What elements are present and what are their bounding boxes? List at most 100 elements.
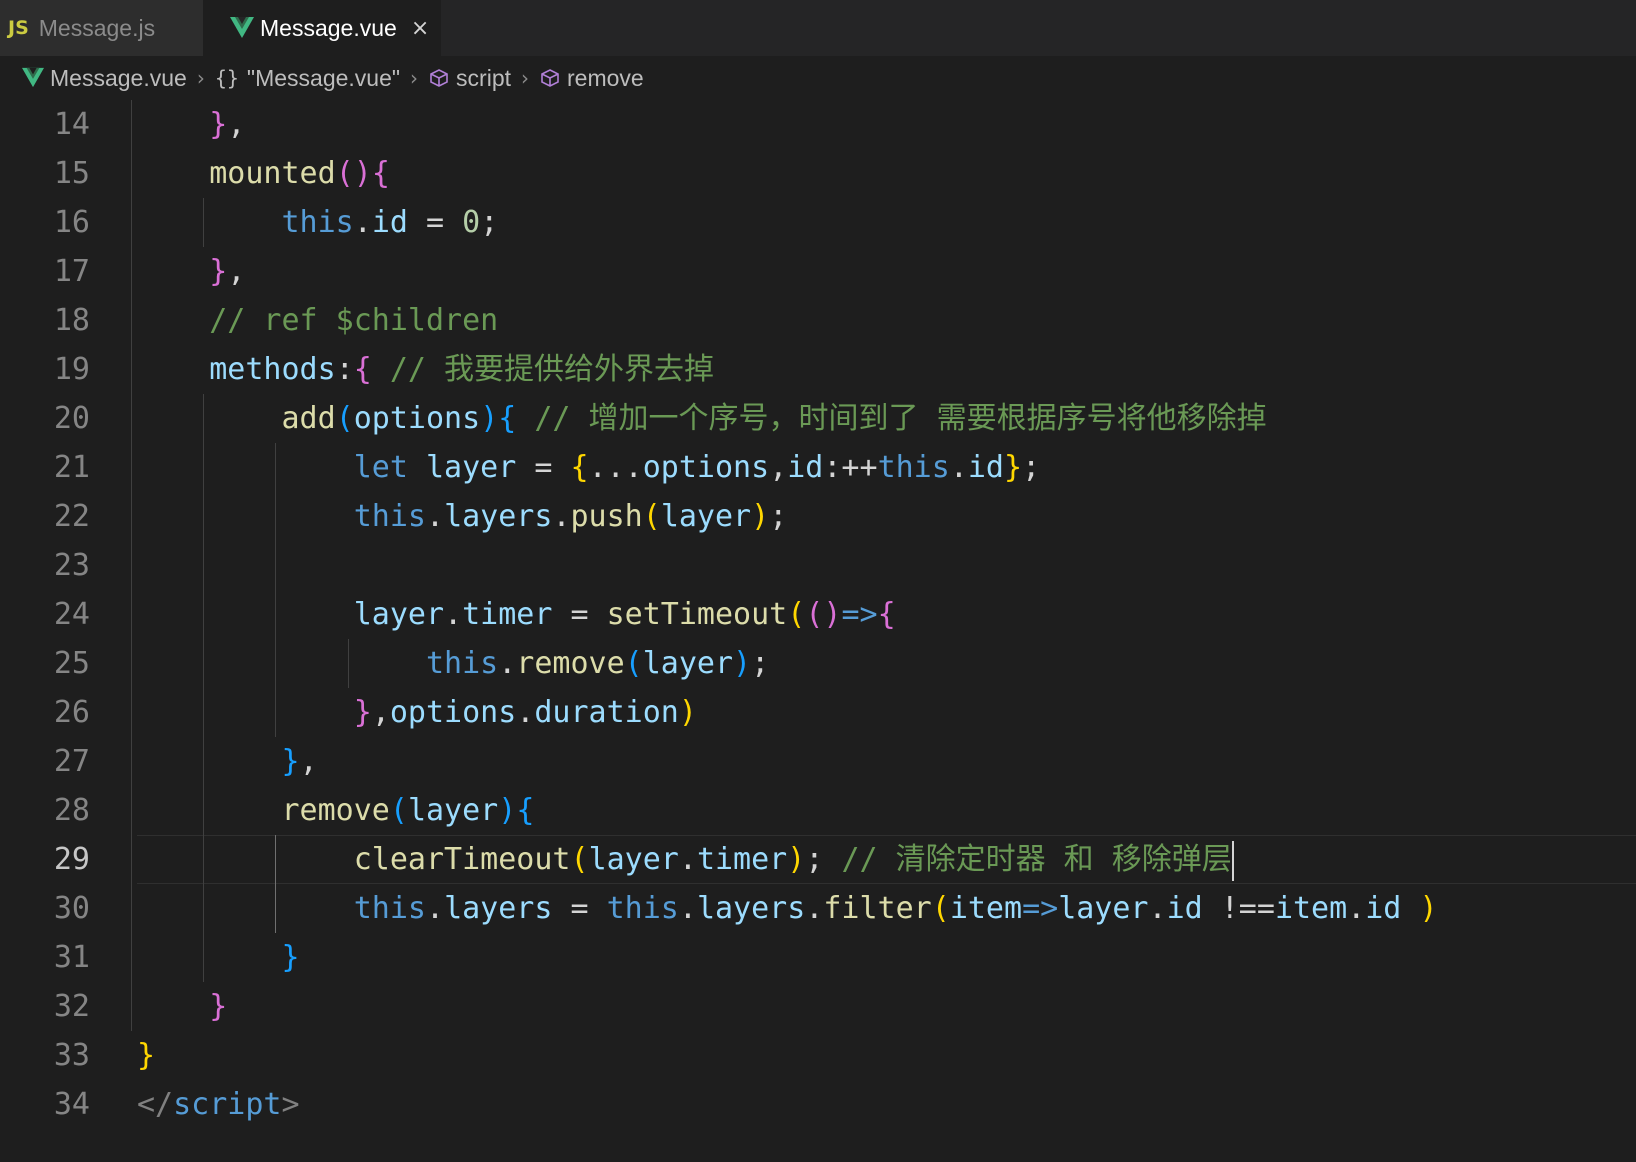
code-token: }: [353, 695, 372, 730]
tab-message-js[interactable]: JS Message.js: [0, 0, 203, 56]
code-line[interactable]: add(options){ // 增加一个序号，时间到了 需要根据序号将他移除掉: [137, 394, 1267, 443]
code-line[interactable]: }: [137, 1031, 155, 1080]
line-number: 25: [53, 646, 90, 681]
code-line[interactable]: remove(layer){: [137, 786, 535, 835]
code-token: filter: [823, 891, 932, 926]
breadcrumb-file-label: Message.vue: [50, 64, 187, 91]
line-number: 34: [53, 1087, 90, 1122]
code-line[interactable]: this.remove(layer);: [137, 639, 769, 688]
code-token: methods: [209, 352, 336, 387]
code-token: layer: [407, 793, 499, 828]
js-file-icon: JS: [8, 17, 29, 39]
code-token: }: [281, 940, 300, 975]
code-token: ): [678, 695, 697, 730]
code-token: =: [552, 891, 607, 926]
code-token: =: [552, 597, 607, 632]
code-token: layers: [696, 891, 806, 926]
code-token: (: [787, 597, 806, 632]
line-number: 22: [53, 499, 90, 534]
chevron-right-icon: ›: [521, 66, 529, 90]
code-line[interactable]: }: [137, 933, 300, 982]
code-token: this: [606, 891, 679, 926]
code-token: }: [209, 254, 228, 289]
code-token: id: [1365, 891, 1402, 926]
code-token: =: [407, 205, 463, 240]
code-line[interactable]: }: [137, 982, 227, 1031]
code-token: layer: [1058, 891, 1149, 926]
code-token: .: [552, 499, 571, 534]
code-token: {: [498, 401, 517, 436]
code-token: push: [570, 499, 643, 534]
code-token: </: [137, 1087, 174, 1122]
code-token: (: [642, 499, 661, 534]
code-token: ,: [769, 450, 788, 485]
code-line[interactable]: clearTimeout(layer.timer); // 清除定时器 和 移除…: [137, 835, 1234, 884]
breadcrumb-module[interactable]: {} "Message.vue": [215, 65, 400, 92]
code-token: .: [426, 499, 445, 534]
breadcrumb-section[interactable]: script: [428, 65, 511, 92]
code-line[interactable]: methods:{ // 我要提供给外界去掉: [137, 345, 714, 394]
code-line[interactable]: },: [137, 737, 318, 786]
code-line[interactable]: let layer = {...options,id:++this.id};: [137, 443, 1040, 492]
code-line[interactable]: },: [137, 100, 245, 149]
breadcrumb-file[interactable]: Message.vue: [22, 65, 187, 92]
code-line[interactable]: this.layers = this.layers.filter(item=>l…: [137, 884, 1438, 933]
code-token: layers: [444, 891, 553, 926]
code-token: layer: [353, 597, 445, 632]
code-token: this: [353, 891, 426, 926]
code-line[interactable]: </script>: [137, 1080, 300, 1129]
code-token: :: [335, 352, 354, 387]
line-number: 14: [53, 107, 90, 142]
code-token: =: [516, 450, 571, 485]
code-token: .: [444, 597, 463, 632]
code-token: id: [371, 205, 408, 240]
code-token: ;: [769, 499, 788, 534]
code-editor[interactable]: 14 15 16 17 18 19 20 21 22 23 24 25 26 27 28 29 30 31 32 33…: [0, 100, 1636, 1162]
code-token: ,: [227, 107, 246, 142]
line-number: 19: [53, 352, 90, 387]
code-token: .: [678, 842, 697, 877]
code-token: .: [949, 450, 968, 485]
breadcrumb-symbol[interactable]: remove: [539, 65, 644, 92]
code-token: ;: [480, 205, 499, 240]
close-tab-icon[interactable]: ×: [411, 16, 429, 41]
code-line[interactable]: this.layers.push(layer);: [137, 492, 788, 541]
code-token: layer: [660, 499, 752, 534]
code-token: // 清除定时器 和 移除弹层: [841, 842, 1232, 877]
code-token: 0: [462, 205, 481, 240]
code-token: layer: [426, 450, 517, 485]
code-line[interactable]: layer.timer = setTimeout(()=>{: [137, 590, 896, 639]
code-token: .: [353, 205, 372, 240]
code-token: id: [787, 450, 824, 485]
code-line[interactable]: },: [137, 247, 245, 296]
code-token: id: [1166, 891, 1203, 926]
code-token: {: [353, 352, 372, 387]
code-line[interactable]: mounted(){: [137, 149, 390, 198]
code-line[interactable]: // ref $children: [137, 296, 498, 345]
line-number: 15: [53, 156, 90, 191]
tab-message-vue[interactable]: Message.vue ×: [203, 0, 441, 56]
code-line[interactable]: },options.duration): [137, 688, 697, 737]
code-token: (: [335, 401, 354, 436]
code-line[interactable]: this.id = 0;: [137, 198, 499, 247]
code-token: setTimeout: [606, 597, 788, 632]
code-token: ): [1419, 891, 1438, 926]
code-token: .: [498, 646, 517, 681]
vue-file-icon: [230, 17, 254, 38]
breadcrumb-section-label: script: [456, 64, 511, 91]
code-token: this: [877, 450, 950, 485]
vue-file-icon: [22, 67, 44, 88]
line-number: 16: [53, 205, 90, 240]
code-token: layer: [588, 842, 679, 877]
line-number: 18: [53, 303, 90, 338]
code-token: (: [624, 646, 643, 681]
